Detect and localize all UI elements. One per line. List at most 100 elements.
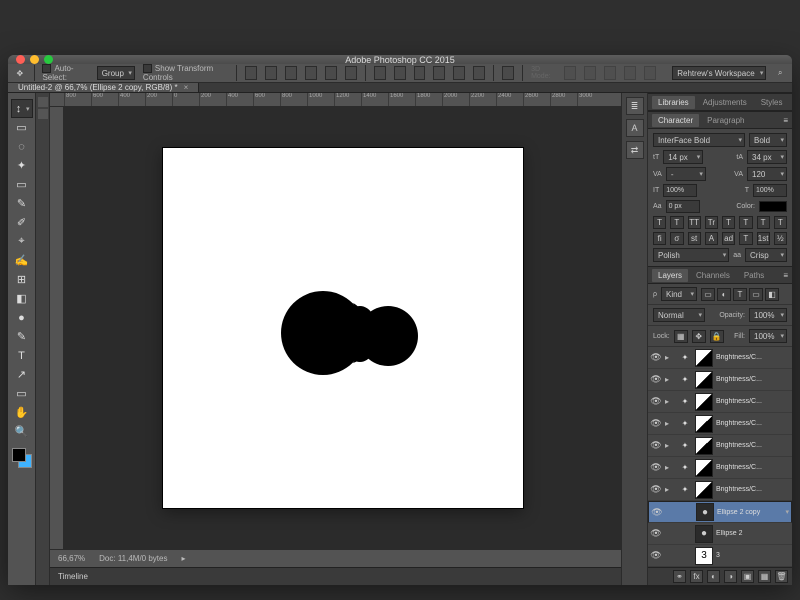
layer-filter-button[interactable]: ◧: [765, 288, 779, 301]
font-size-input[interactable]: 14 px: [663, 150, 703, 164]
auto-align-icon[interactable]: [502, 66, 514, 80]
font-style-select[interactable]: Bold: [749, 133, 787, 147]
visibility-toggle[interactable]: 👁: [650, 528, 662, 540]
align-icon[interactable]: [285, 66, 297, 80]
chevron-icon[interactable]: ▸: [665, 397, 675, 406]
tool-button[interactable]: ✍: [11, 251, 33, 270]
auto-select-mode-select[interactable]: Group: [97, 66, 135, 80]
opacity-input[interactable]: 100%: [749, 308, 787, 322]
distribute-icon[interactable]: [453, 66, 465, 80]
distribute-icon[interactable]: [473, 66, 485, 80]
chevron-icon[interactable]: ▸: [665, 441, 675, 450]
close-tab-icon[interactable]: ×: [184, 83, 189, 92]
delete-layer-button[interactable]: 🗑: [775, 570, 788, 583]
layer-thumbnail[interactable]: [695, 415, 713, 433]
show-transform-checkbox[interactable]: Show Transform Controls: [143, 64, 228, 82]
workspace-select[interactable]: Rehtrew's Workspace: [672, 66, 766, 80]
layer-thumbnail[interactable]: [695, 459, 713, 477]
opentype-toggle[interactable]: 1st: [757, 232, 770, 245]
collapsed-panel-button[interactable]: ⇄: [626, 141, 644, 159]
type-style-toggle[interactable]: T: [670, 216, 683, 229]
search-icon[interactable]: ⌕: [774, 66, 786, 80]
opentype-toggle[interactable]: ½: [774, 232, 787, 245]
chevron-right-icon[interactable]: ▸: [181, 554, 185, 563]
auto-select-checkbox[interactable]: Auto-Select:: [42, 64, 88, 82]
visibility-toggle[interactable]: 👁: [651, 506, 663, 518]
visibility-toggle[interactable]: 👁: [650, 462, 662, 474]
align-icon[interactable]: [325, 66, 337, 80]
layer-thumbnail[interactable]: [695, 437, 713, 455]
foreground-color-swatch[interactable]: [12, 448, 26, 462]
lock-pixels-button[interactable]: ▦: [674, 330, 688, 343]
tab-paths[interactable]: Paths: [738, 269, 770, 282]
opentype-toggle[interactable]: σ: [670, 232, 683, 245]
blend-mode-select[interactable]: Normal: [653, 308, 705, 322]
layer-name[interactable]: Brightness/C...: [716, 442, 790, 449]
distribute-icon[interactable]: [394, 66, 406, 80]
align-icon[interactable]: [305, 66, 317, 80]
tool-button[interactable]: 🔍: [11, 422, 33, 441]
tool-button[interactable]: ↕: [11, 99, 33, 118]
viewport[interactable]: ▷: [64, 107, 621, 549]
layer-thumbnail[interactable]: [695, 349, 713, 367]
layer-name[interactable]: Brightness/C...: [716, 354, 790, 361]
doc-info[interactable]: Doc: 11,4M/0 bytes: [99, 554, 167, 563]
panel-menu-icon[interactable]: ≡: [783, 116, 788, 125]
group-button[interactable]: ▣: [741, 570, 754, 583]
layer-name[interactable]: Brightness/C...: [716, 420, 790, 427]
type-style-toggle[interactable]: T: [757, 216, 770, 229]
visibility-toggle[interactable]: 👁: [650, 484, 662, 496]
tool-button[interactable]: ✎: [11, 327, 33, 346]
chevron-icon[interactable]: ▸: [665, 375, 675, 384]
visibility-toggle[interactable]: 👁: [650, 418, 662, 430]
antialias-select[interactable]: Crisp: [745, 248, 787, 262]
tool-button[interactable]: ↗: [11, 365, 33, 384]
chevron-icon[interactable]: ▸: [665, 463, 675, 472]
layer-mask-button[interactable]: ◐: [707, 570, 720, 583]
tab-channels[interactable]: Channels: [690, 269, 736, 282]
opentype-toggle[interactable]: st: [688, 232, 701, 245]
vscale-input[interactable]: 100%: [663, 184, 697, 197]
font-family-select[interactable]: InterFace Bold: [653, 133, 745, 147]
opentype-toggle[interactable]: ad: [722, 232, 735, 245]
language-select[interactable]: Polish: [653, 248, 729, 262]
layer-filter-select[interactable]: Kind: [661, 287, 697, 301]
distribute-icon[interactable]: [433, 66, 445, 80]
tool-button[interactable]: ▭: [11, 175, 33, 194]
opentype-toggle[interactable]: A: [705, 232, 718, 245]
timeline-panel[interactable]: Timeline: [50, 567, 621, 585]
type-style-toggle[interactable]: T: [653, 216, 666, 229]
type-style-toggle[interactable]: Tr: [705, 216, 718, 229]
tool-button[interactable]: ⊞: [11, 270, 33, 289]
adjustment-layer-button[interactable]: ◑: [724, 570, 737, 583]
link-layers-button[interactable]: ⚭: [673, 570, 686, 583]
layer-row[interactable]: 👁▸✦Brightness/C...: [648, 413, 792, 435]
fill-input[interactable]: 100%: [749, 329, 787, 343]
type-style-toggle[interactable]: T: [722, 216, 735, 229]
layer-name[interactable]: 3: [716, 552, 790, 559]
layer-name[interactable]: Brightness/C...: [716, 376, 790, 383]
layer-name[interactable]: Brightness/C...: [716, 464, 790, 471]
collapsed-panel-strip[interactable]: [36, 93, 50, 585]
layer-thumbnail[interactable]: [695, 371, 713, 389]
visibility-toggle[interactable]: 👁: [650, 396, 662, 408]
tool-button[interactable]: ●: [11, 308, 33, 327]
panel-menu-icon[interactable]: ≡: [783, 271, 788, 280]
visibility-toggle[interactable]: 👁: [650, 374, 662, 386]
type-style-toggle[interactable]: T: [774, 216, 787, 229]
zoom-level[interactable]: 66,67%: [58, 554, 85, 563]
tab-paragraph[interactable]: Paragraph: [701, 114, 750, 127]
visibility-toggle[interactable]: 👁: [650, 550, 662, 562]
tab-styles[interactable]: Styles: [755, 96, 789, 109]
layer-filter-button[interactable]: T: [733, 288, 747, 301]
layer-filter-button[interactable]: ▭: [701, 288, 715, 301]
tool-button[interactable]: T: [11, 346, 33, 365]
collapsed-panel-button[interactable]: ≣: [626, 97, 644, 115]
align-icon[interactable]: [265, 66, 277, 80]
tool-button[interactable]: ◧: [11, 289, 33, 308]
align-icon[interactable]: [245, 66, 257, 80]
document-canvas[interactable]: ▷: [163, 148, 523, 508]
leading-input[interactable]: 34 px: [747, 150, 787, 164]
layer-row[interactable]: 👁▸✦Brightness/C...: [648, 435, 792, 457]
chevron-icon[interactable]: ▸: [665, 485, 675, 494]
